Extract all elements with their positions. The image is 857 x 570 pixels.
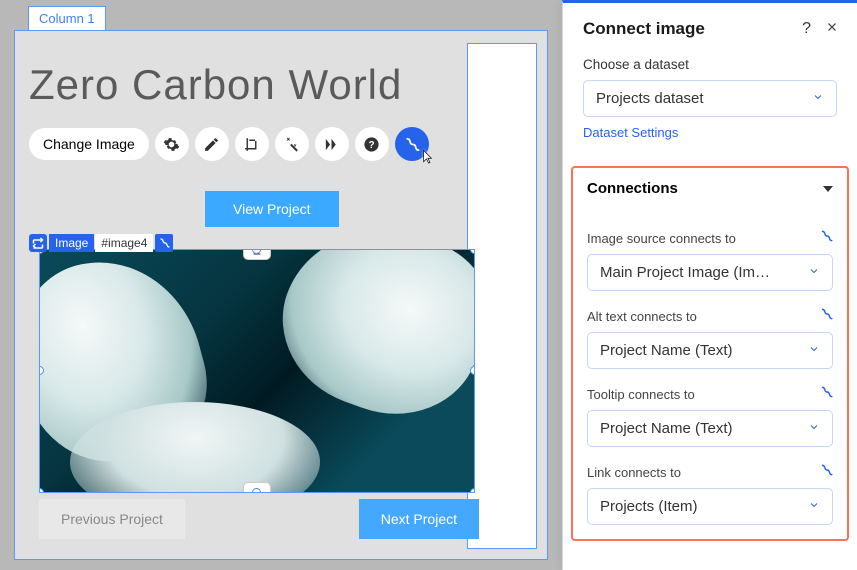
image-source-dropdown[interactable]: Main Project Image (Im… <box>587 254 833 291</box>
svg-text:?: ? <box>369 140 375 151</box>
alt-text-field: Alt text connects to Project Name (Text) <box>587 307 833 369</box>
repeater-icon <box>29 234 47 252</box>
adjacent-column <box>467 43 537 549</box>
selection-label-bar: Image #image4 <box>29 234 173 252</box>
cursor-icon <box>418 149 435 171</box>
chevron-down-icon <box>812 90 824 107</box>
dropdown-value: Projects (Item) <box>600 498 698 515</box>
data-bind-icon[interactable] <box>819 229 833 248</box>
chevron-down-icon <box>808 420 820 437</box>
column-container: Zero Carbon World Change Image ? <box>14 30 548 560</box>
editor-canvas: Column 1 Zero Carbon World Change Image … <box>0 0 562 570</box>
magic-wand-icon[interactable] <box>275 127 309 161</box>
data-bind-icon[interactable] <box>819 463 833 482</box>
field-label: Alt text connects to <box>587 309 697 324</box>
selection-id-tag: #image4 <box>95 234 153 252</box>
crop-icon[interactable] <box>235 127 269 161</box>
connect-data-icon[interactable] <box>395 127 429 161</box>
link-dropdown[interactable]: Projects (Item) <box>587 488 833 525</box>
selection-type-tag: Image <box>49 234 94 252</box>
dropdown-value: Main Project Image (Im… <box>600 264 770 281</box>
alt-text-dropdown[interactable]: Project Name (Text) <box>587 332 833 369</box>
data-bind-icon[interactable] <box>819 307 833 326</box>
resize-handle[interactable] <box>39 488 44 493</box>
help-icon[interactable]: ? <box>802 20 811 38</box>
animation-icon[interactable] <box>315 127 349 161</box>
resize-handle[interactable] <box>470 488 475 493</box>
link-field: Link connects to Projects (Item) <box>587 463 833 525</box>
column-tab[interactable]: Column 1 <box>28 6 106 30</box>
gear-icon[interactable] <box>155 127 189 161</box>
data-bind-icon[interactable] <box>819 385 833 404</box>
dataset-settings-link[interactable]: Dataset Settings <box>583 125 678 140</box>
panel-header: Connect image ? <box>563 3 857 57</box>
chevron-down-icon <box>808 498 820 515</box>
edit-icon[interactable] <box>195 127 229 161</box>
help-icon[interactable]: ? <box>355 127 389 161</box>
resize-handle[interactable] <box>470 249 475 254</box>
dropdown-value: Project Name (Text) <box>600 420 733 437</box>
data-bind-badge-icon <box>155 234 173 252</box>
dataset-dropdown[interactable]: Projects dataset <box>583 80 837 117</box>
selected-image[interactable] <box>39 249 475 493</box>
change-image-button[interactable]: Change Image <box>29 128 149 160</box>
field-label: Image source connects to <box>587 231 736 246</box>
field-label: Tooltip connects to <box>587 387 695 402</box>
next-project-button[interactable]: Next Project <box>359 499 479 539</box>
resize-handle[interactable] <box>252 488 261 493</box>
view-project-button[interactable]: View Project <box>205 191 339 227</box>
nav-buttons: Previous Project Next Project <box>39 499 479 539</box>
connections-section: Connections Image source connects to Mai… <box>571 166 849 541</box>
connections-header[interactable]: Connections <box>573 168 847 209</box>
image-source-field: Image source connects to Main Project Im… <box>587 229 833 291</box>
field-label: Link connects to <box>587 465 681 480</box>
choose-dataset-label: Choose a dataset <box>583 57 837 72</box>
chevron-down-icon <box>823 186 833 192</box>
close-icon[interactable] <box>825 20 839 39</box>
dropdown-value: Project Name (Text) <box>600 342 733 359</box>
dataset-section: Choose a dataset Projects dataset Datase… <box>563 57 857 156</box>
panel-title: Connect image <box>583 19 705 39</box>
dataset-dropdown-value: Projects dataset <box>596 90 704 107</box>
image-toolbar: Change Image ? <box>29 127 541 161</box>
chevron-down-icon <box>808 264 820 281</box>
chevron-down-icon <box>808 342 820 359</box>
connect-image-panel: Connect image ? Choose a dataset Project… <box>562 0 857 570</box>
resize-handle[interactable] <box>470 366 475 375</box>
previous-project-button[interactable]: Previous Project <box>39 499 185 539</box>
tooltip-field: Tooltip connects to Project Name (Text) <box>587 385 833 447</box>
page-title: Zero Carbon World <box>29 61 541 109</box>
tooltip-dropdown[interactable]: Project Name (Text) <box>587 410 833 447</box>
connections-title: Connections <box>587 180 678 197</box>
